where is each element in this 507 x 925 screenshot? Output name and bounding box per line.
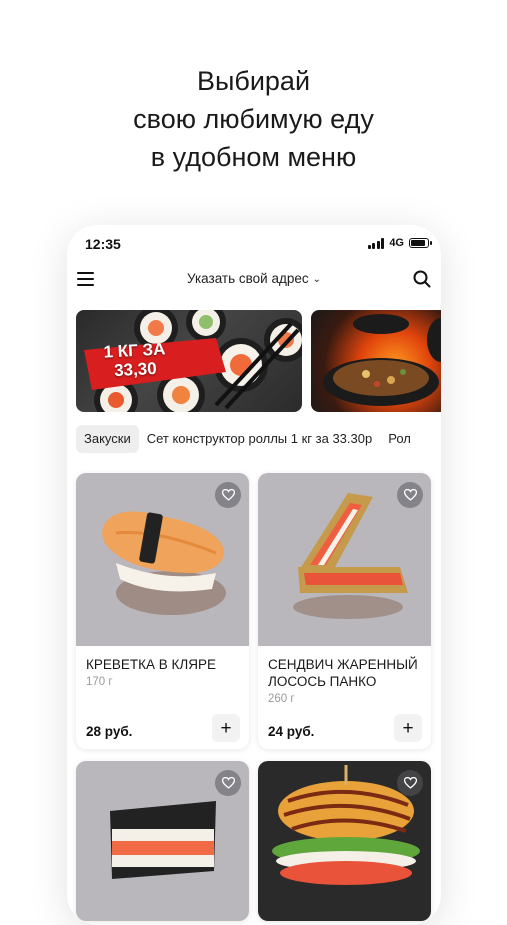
product-photo bbox=[76, 761, 249, 921]
product-name: СЕНДВИЧ ЖАРЕННЫЙ ЛОСОСЬ ПАНКО bbox=[268, 657, 418, 689]
favorite-button[interactable] bbox=[215, 770, 241, 796]
wok-image bbox=[323, 314, 441, 406]
product-price: 24 руб. bbox=[268, 724, 315, 739]
product-card[interactable] bbox=[76, 761, 249, 921]
heart-icon bbox=[221, 777, 235, 789]
favorite-button[interactable] bbox=[397, 770, 423, 796]
product-card[interactable] bbox=[258, 761, 431, 921]
category-chip-rolls[interactable]: Рол bbox=[380, 425, 419, 453]
promo-text-line-1: 1 КГ ЗА bbox=[103, 339, 166, 362]
promo-text: 1 КГ ЗА 33,30 bbox=[103, 339, 167, 380]
signal-icon bbox=[367, 237, 385, 249]
headline-line-1: Выбирай bbox=[196, 66, 311, 96]
headline-line-2: свою любимую еду bbox=[133, 104, 374, 134]
product-weight: 170 г bbox=[86, 676, 113, 688]
promo-banner-rolls[interactable]: 1 КГ ЗА 33,30 bbox=[76, 310, 302, 412]
product-card[interactable]: КРЕВЕТКА В КЛЯРЕ 170 г 28 руб. + bbox=[76, 473, 249, 749]
chevron-down-icon: ⌄ bbox=[312, 274, 321, 285]
address-selector[interactable]: Указать свой адрес ⌄ bbox=[67, 271, 441, 286]
product-card[interactable]: СЕНДВИЧ ЖАРЕННЫЙ ЛОСОСЬ ПАНКО 260 г 24 р… bbox=[258, 473, 431, 749]
promo-banner-wok[interactable] bbox=[311, 310, 441, 412]
product-price: 28 руб. bbox=[86, 724, 133, 739]
network-type: 4G bbox=[389, 237, 404, 249]
product-weight: 260 г bbox=[268, 693, 295, 705]
status-time: 12:35 bbox=[85, 236, 121, 252]
product-photo bbox=[258, 761, 431, 921]
category-chips: Закуски Сет конструктор роллы 1 кг за 33.… bbox=[76, 425, 441, 455]
promo-banners: 1 КГ ЗА 33,30 bbox=[76, 310, 441, 412]
heart-icon bbox=[403, 777, 417, 789]
category-chip-set[interactable]: Сет конструктор роллы 1 кг за 33.30р bbox=[139, 425, 381, 453]
promo-text-line-2: 33,30 bbox=[113, 358, 158, 381]
add-to-cart-button[interactable]: + bbox=[212, 714, 240, 742]
favorite-button[interactable] bbox=[397, 482, 423, 508]
battery-icon bbox=[409, 238, 432, 248]
heart-icon bbox=[221, 489, 235, 501]
phone-mockup: 12:35 4G Указать свой адрес ⌄ 1 КГ ЗА 33… bbox=[67, 225, 441, 925]
product-photo bbox=[258, 473, 431, 646]
promo-headline: Выбирай свою любимую еду в удобном меню bbox=[0, 62, 507, 176]
heart-icon bbox=[403, 489, 417, 501]
add-to-cart-button[interactable]: + bbox=[394, 714, 422, 742]
search-icon[interactable] bbox=[413, 270, 431, 288]
favorite-button[interactable] bbox=[215, 482, 241, 508]
headline-line-3: в удобном меню bbox=[150, 142, 357, 172]
product-photo bbox=[76, 473, 249, 646]
address-label: Указать свой адрес bbox=[186, 271, 309, 286]
status-bar: 12:35 4G bbox=[67, 225, 441, 265]
status-indicators: 4G bbox=[367, 237, 432, 249]
app-header: Указать свой адрес ⌄ bbox=[67, 265, 441, 295]
category-chip-snacks[interactable]: Закуски bbox=[76, 425, 139, 453]
product-name: КРЕВЕТКА В КЛЯРЕ bbox=[86, 657, 216, 672]
